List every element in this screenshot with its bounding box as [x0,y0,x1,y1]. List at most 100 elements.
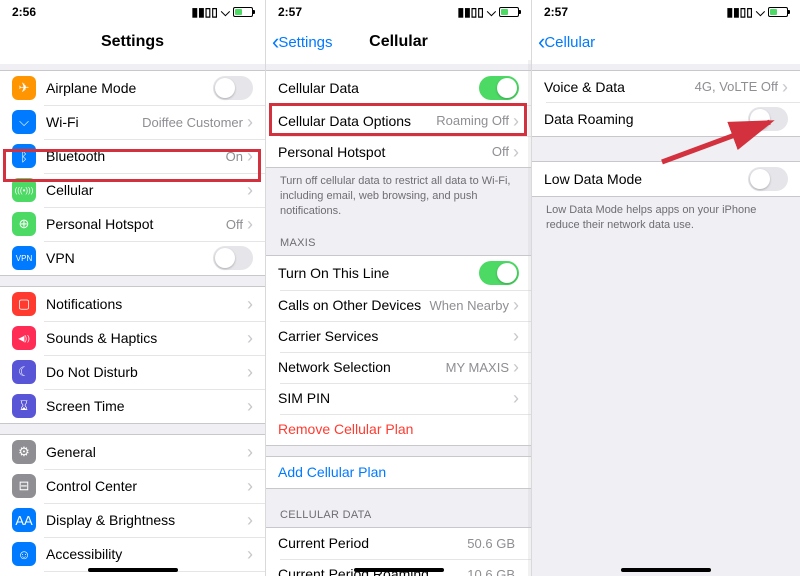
chevron-right-icon: › [247,329,253,347]
battery-icon [233,7,253,17]
battery-icon [499,7,519,17]
cellular-data-options-screen: 2:57 ▮▮▯▯ ⌵ ‹Cellular Voice & Data4G, Vo… [532,0,800,576]
status-right: ▮▮▯▯ ⌵ [726,5,788,20]
row-screen-time[interactable]: ⌛︎ Screen Time› [0,389,265,423]
row-turn-on-this-line[interactable]: Turn On This Line [266,256,531,290]
toggle-switch[interactable] [213,76,253,100]
row-detail: When Nearby [430,298,509,313]
row-label: Display & Brightness [46,512,247,528]
row-voice-data[interactable]: Voice & Data4G, VoLTE Off› [532,71,800,102]
home-indicator [621,568,711,572]
row-carrier-services[interactable]: Carrier Services› [266,321,531,352]
accessibility-icon: ☺︎ [12,542,36,566]
row-sim-pin[interactable]: SIM PIN› [266,383,531,414]
chevron-right-icon: › [782,78,788,96]
row-data-roaming[interactable]: Data Roaming [532,102,800,136]
low-data-note: Low Data Mode helps apps on your iPhone … [532,197,800,241]
row-label: Personal Hotspot [46,216,226,232]
signal-icon: ▮▮▯▯ [191,5,217,19]
row-label: Carrier Services [278,328,513,344]
notifications-icon: ▢ [12,292,36,316]
status-time: 2:57 [278,5,302,19]
toggle-switch[interactable] [213,246,253,270]
row-add-cellular-plan[interactable]: Add Cellular Plan [266,457,531,488]
row-general[interactable]: ⚙︎General› [0,435,265,469]
row-do-not-disturb[interactable]: ☾Do Not Disturb› [0,355,265,389]
row-label: Screen Time [46,398,247,414]
chevron-right-icon: › [247,397,253,415]
row-label: General [46,444,247,460]
row-detail: Doiffee Customer [142,115,243,130]
row-label: Calls on Other Devices [278,297,430,313]
row-label: Notifications [46,296,247,312]
row-display-brightness[interactable]: AADisplay & Brightness› [0,503,265,537]
chevron-right-icon: › [513,112,519,130]
row-detail: 50.6 GB [467,536,515,551]
row-control-center[interactable]: ⊟Control Center› [0,469,265,503]
status-right: ▮▮▯▯ ⌵ [191,5,253,20]
row-airplane-mode[interactable]: ✈︎ Airplane Mode [0,71,265,105]
wifi-icon: ⌵ [12,110,36,134]
settings-list[interactable]: ✈︎Airplane Mode⌵Wi-FiDoiffee Customer›ᛒB… [0,64,265,576]
row-calls-on-other-devices[interactable]: Calls on Other DevicesWhen Nearby › [266,290,531,321]
row-detail: Off [226,217,243,232]
toggle-switch[interactable] [748,167,788,191]
row-notifications[interactable]: ▢Notifications› [0,287,265,321]
row-personal-hotspot[interactable]: ⊕Personal HotspotOff› [0,207,265,241]
row-label: Network Selection [278,359,446,375]
row-wi-fi[interactable]: ⌵Wi-FiDoiffee Customer› [0,105,265,139]
chevron-right-icon: › [247,181,253,199]
row-remove-cellular-plan[interactable]: Remove Cellular Plan [266,414,531,445]
row-sounds-haptics[interactable]: ◀︎)) Sounds & Haptics› [0,321,265,355]
home-indicator [354,568,444,572]
row-label: Accessibility [46,546,247,562]
chevron-right-icon: › [247,113,253,131]
row-vpn[interactable]: VPNVPN [0,241,265,275]
row-detail: Off [492,144,509,159]
back-label: Settings [278,34,332,51]
row-network-selection[interactable]: Network SelectionMY MAXIS› [266,352,531,383]
row-label: Current Period [278,535,467,551]
wifi-status-icon: ⌵ [756,5,765,20]
row-bluetooth[interactable]: ᛒBluetoothOn› [0,139,265,173]
options-list[interactable]: Voice & Data4G, VoLTE Off›Data Roaming L… [532,64,800,576]
toggle-switch[interactable] [479,261,519,285]
back-label: Cellular [544,34,595,51]
cellular-note: Turn off cellular data to restrict all d… [266,168,531,227]
nav-bar: ‹Cellular [532,20,800,64]
row-label: Control Center [46,478,247,494]
row-low-data-mode[interactable]: Low Data Mode [532,162,800,196]
row-personal-hotspot[interactable]: Personal HotspotOff› [266,136,531,167]
row-label: Cellular Data [278,80,479,96]
chevron-right-icon: › [513,389,519,407]
sounds-icon: ◀︎)) [12,326,36,350]
chevron-right-icon: › [513,358,519,376]
row-label: Sounds & Haptics [46,330,247,346]
chevron-right-icon: › [513,296,519,314]
row-detail: Roaming Off [436,113,509,128]
general-icon: ⚙︎ [12,440,36,464]
airplane-icon: ✈︎ [12,76,36,100]
page-title: Cellular [369,33,428,51]
screentime-icon: ⌛︎ [12,394,36,418]
row-cellular-data[interactable]: Cellular Data [266,71,531,105]
row-label: Remove Cellular Plan [278,421,519,437]
page-title: Settings [101,33,164,51]
toggle-switch[interactable] [479,76,519,100]
signal-icon: ▮▮▯▯ [457,5,483,19]
cellular-list[interactable]: Cellular DataCellular Data OptionsRoamin… [266,64,531,576]
scrollbar[interactable] [528,60,531,576]
row-label: Data Roaming [544,111,748,127]
chevron-right-icon: › [247,511,253,529]
row-label: Airplane Mode [46,80,213,96]
row-detail: 4G, VoLTE Off [695,79,778,94]
nav-bar: ‹Settings Cellular [266,20,531,64]
chevron-right-icon: › [247,545,253,563]
row-accessibility[interactable]: ☺︎ Accessibility› [0,537,265,571]
row-label: Low Data Mode [544,171,748,187]
toggle-switch[interactable] [748,107,788,131]
row-cellular-data-options[interactable]: Cellular Data OptionsRoaming Off› [266,105,531,136]
back-button[interactable]: ‹Cellular [538,31,595,53]
back-button[interactable]: ‹Settings [272,31,333,53]
row-cellular[interactable]: (((•)))Cellular› [0,173,265,207]
